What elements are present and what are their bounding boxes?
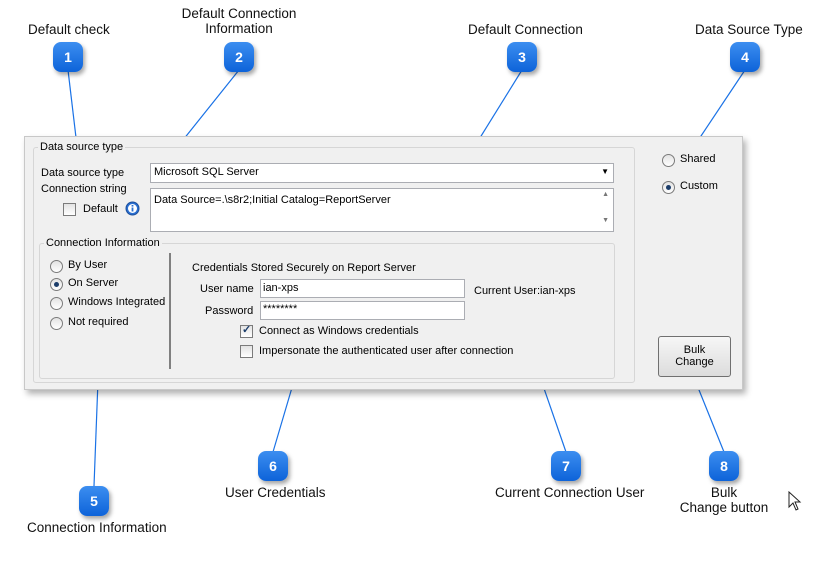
username-label: User name [200,283,254,295]
connect-windows-label: Connect as Windows credentials [259,325,419,337]
radio-not-required-label: Not required [68,316,129,328]
bulk-change-button[interactable]: Bulk Change [658,336,731,377]
info-icon[interactable] [125,201,140,216]
conn-string-value: Data Source=.\s8r2;Initial Catalog=Repor… [154,194,391,206]
impersonate-label: Impersonate the authenticated user after… [259,345,514,357]
default-checkbox[interactable] [63,203,76,216]
bulk-button-line2: Change [675,356,714,368]
conn-string-label: Connection string [41,183,127,195]
data-source-group-title: Data source type [38,141,126,153]
radio-shared[interactable] [662,154,675,167]
callout-label-4: Data Source Type [695,22,803,37]
radio-by-user[interactable] [50,260,63,273]
radio-by-user-label: By User [68,259,108,271]
callout-badge-3: 3 [507,42,537,72]
bulk-button-line1: Bulk [683,344,706,356]
radio-custom-label: Custom [680,180,718,192]
data-source-panel: Data source type Data source type Micros… [24,136,743,390]
ds-type-value: Microsoft SQL Server [154,166,259,178]
callout-badge-2: 2 [224,42,254,72]
radio-shared-label: Shared [680,153,716,165]
callout-badge-8: 8 [709,451,739,481]
radio-windows-integrated[interactable] [50,297,63,310]
callout-label-6: User Credentials [225,485,326,500]
impersonate-checkbox[interactable] [240,345,253,358]
connection-info-title: Connection Information [44,237,162,249]
callout-badge-7: 7 [551,451,581,481]
callout-label-3: Default Connection [468,22,583,37]
radio-custom[interactable] [662,181,675,194]
ds-type-dropdown[interactable]: Microsoft SQL Server ▼ [150,163,614,183]
callout-badge-4: 4 [730,42,760,72]
connector-3 [477,69,523,142]
callout-label-7: Current Connection User [495,485,645,500]
callout-label-5: Connection Information [27,520,167,535]
ds-type-label: Data source type [41,167,125,179]
scroll-up-icon[interactable]: ▲ [602,191,609,198]
username-value: ian-xps [263,282,299,294]
callout-badge-5: 5 [79,486,109,516]
radio-windows-integrated-label: Windows Integrated [68,296,166,308]
radio-on-server[interactable] [50,278,63,291]
callout-label-2-line2: Information [205,21,273,36]
password-label: Password [205,305,254,317]
radio-not-required[interactable] [50,317,63,330]
password-value: ******** [263,303,298,315]
default-label: Default [83,203,118,215]
callout-badge-6: 6 [258,451,288,481]
conn-string-input[interactable]: Data Source=.\s8r2;Initial Catalog=Repor… [150,188,614,232]
password-input[interactable]: ******** [260,301,465,320]
credentials-title: Credentials Stored Securely on Report Se… [192,262,416,274]
mouse-cursor-icon [788,491,802,511]
callout-label-2: Default Connection Information [180,6,298,36]
username-input[interactable]: ian-xps [260,279,465,298]
radio-on-server-label: On Server [68,277,119,289]
callout-label-8-line2: Change button [679,500,769,515]
connect-windows-checkbox[interactable] [240,323,253,338]
credentials-divider [169,253,171,369]
connector-8 [696,384,725,453]
callout-label-8: Bulk Change button [672,485,776,515]
chevron-down-icon: ▼ [601,167,609,176]
callout-label-8-line1: Bulk [710,485,738,500]
current-user-text: Current User:ian-xps [474,285,576,297]
callout-badge-1: 1 [53,42,83,72]
scroll-down-icon[interactable]: ▼ [602,217,609,224]
callout-label-2-line1: Default Connection [181,6,297,21]
connector-4 [696,69,746,143]
callout-label-1: Default check [28,22,110,37]
